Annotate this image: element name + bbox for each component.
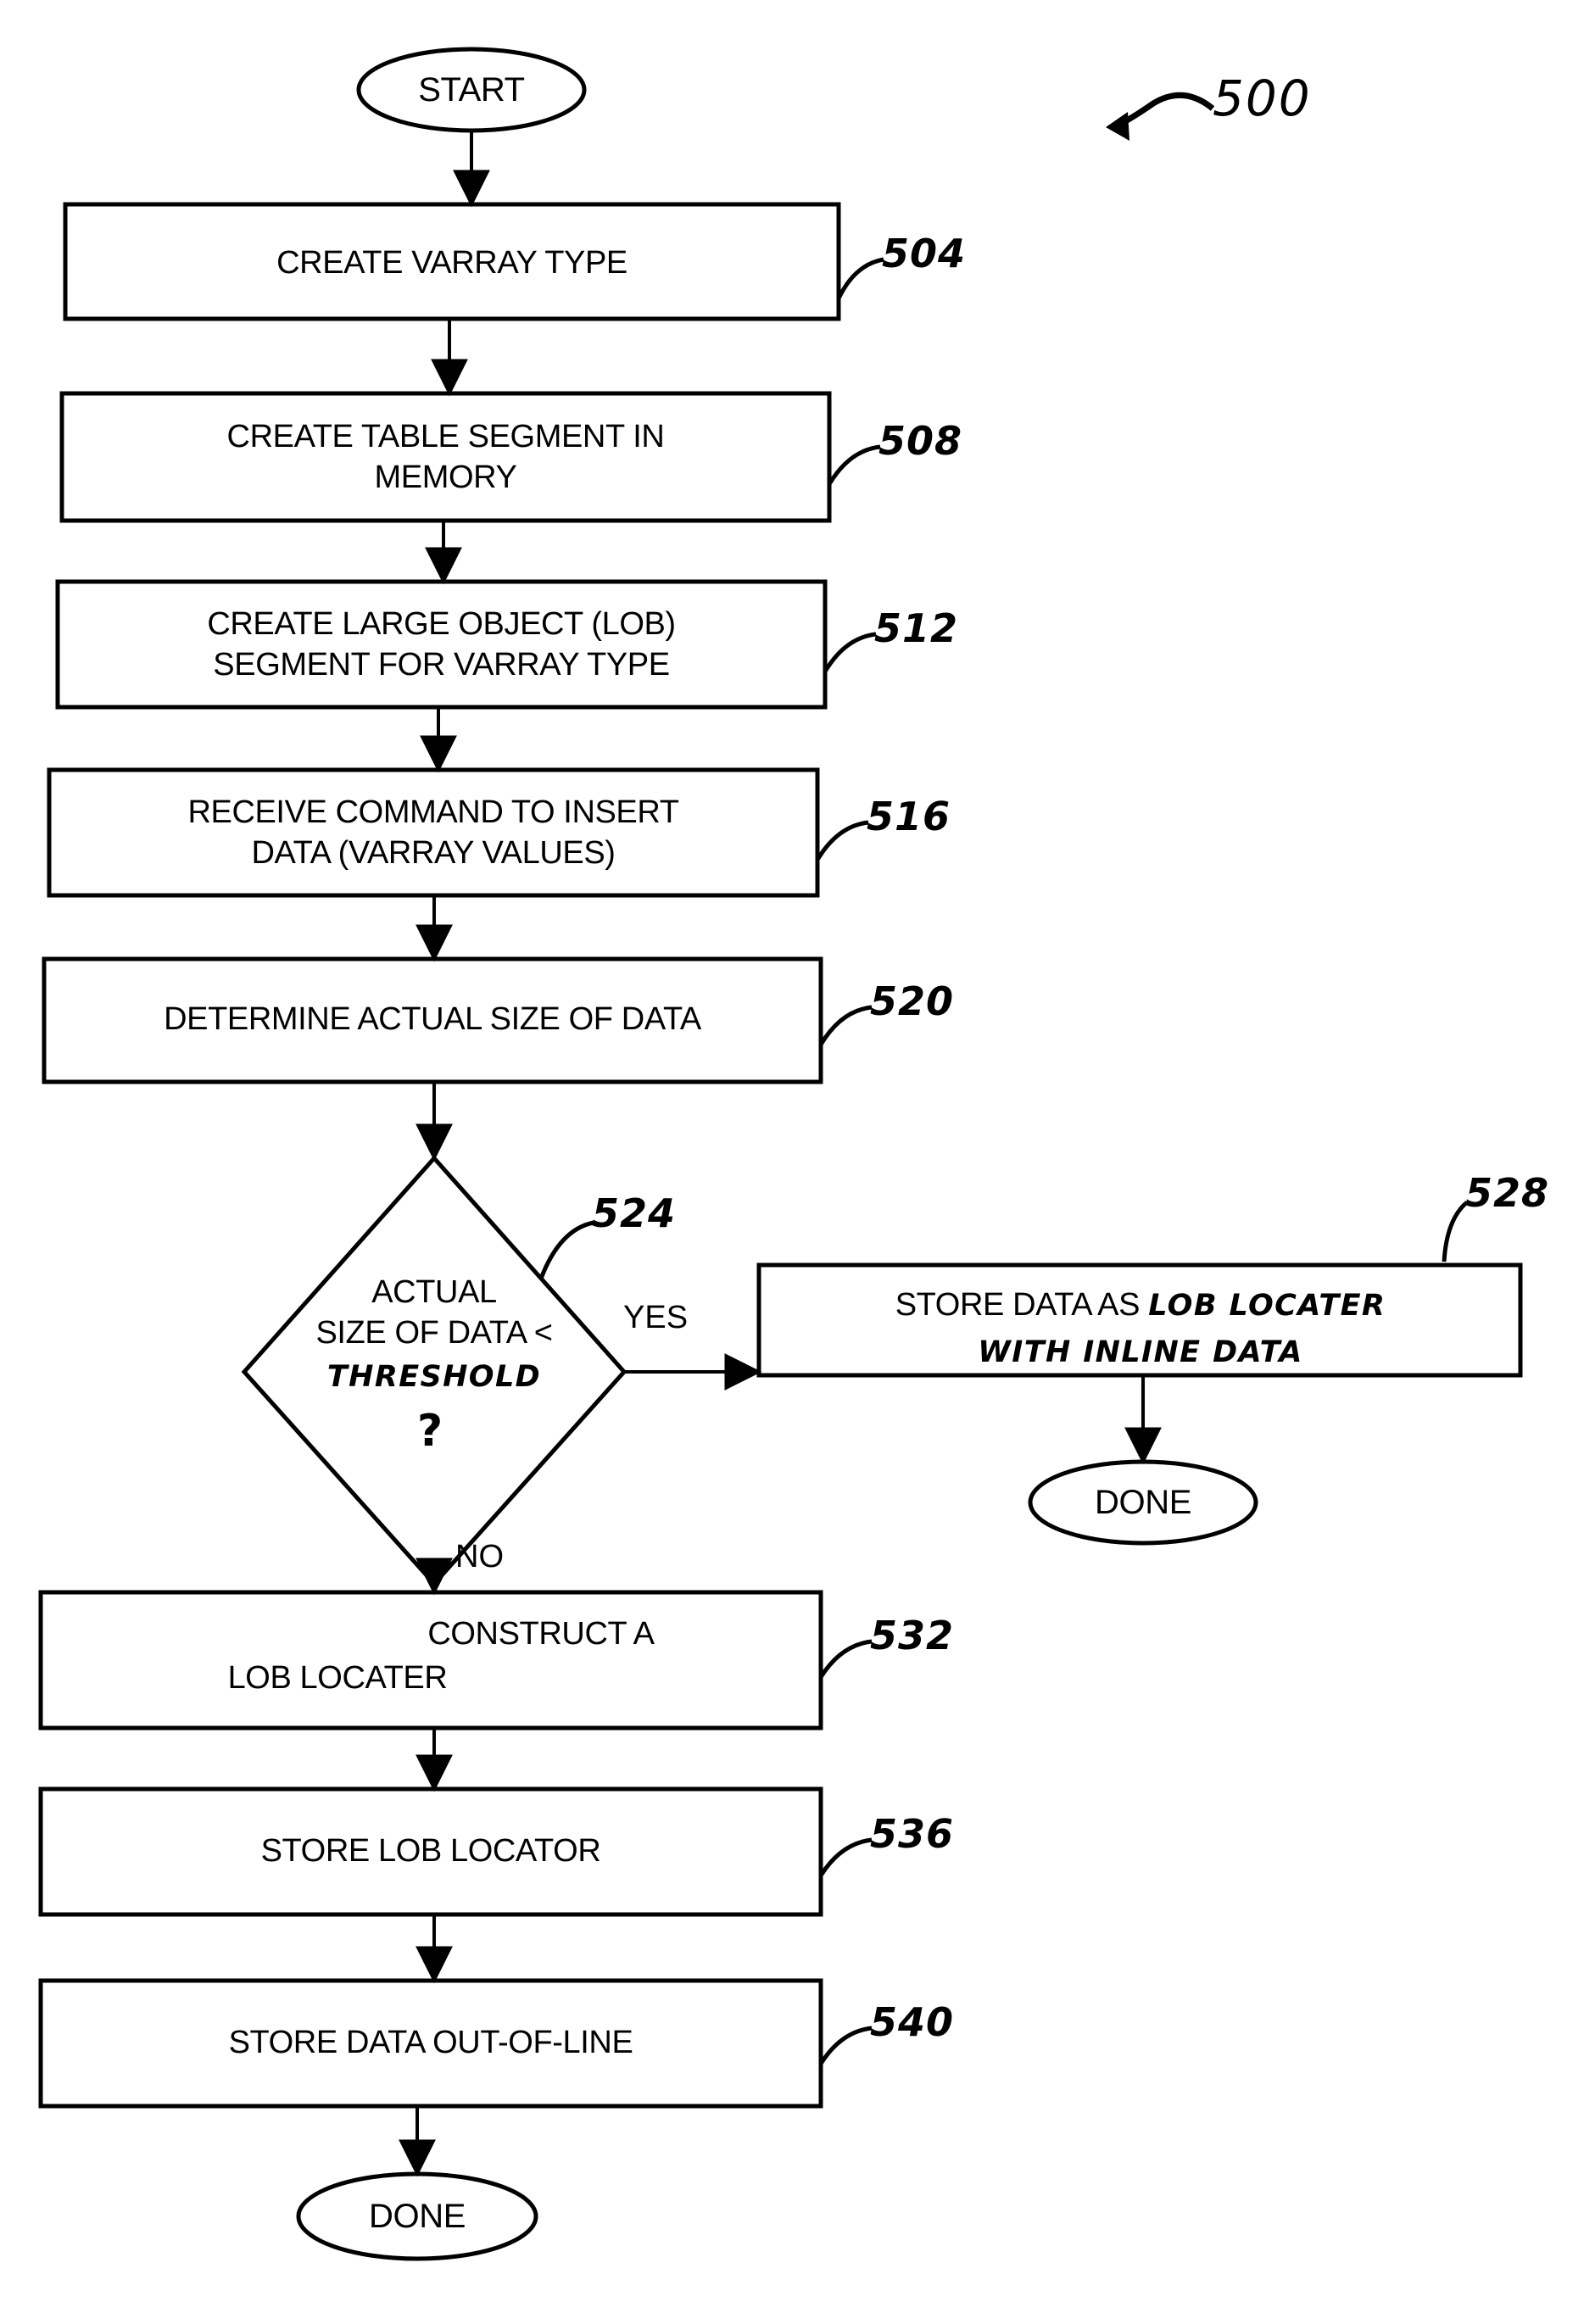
process-box-536-shape	[38, 1786, 823, 1917]
done-yes-terminator-shape	[1028, 1459, 1258, 1546]
done-no-terminator-shape	[296, 2171, 538, 2261]
process-box-512-shape	[55, 579, 828, 710]
leader-512	[823, 632, 877, 673]
leader-508	[827, 444, 881, 486]
figure-500-arrowhead	[1106, 112, 1129, 141]
reference-numeral-528: 528	[1465, 1170, 1550, 1216]
reference-numeral-536: 536	[870, 1811, 955, 1857]
process-box-540-shape	[38, 1978, 823, 2109]
process-box-528-handwritten-line2: WITH INLINE DATA	[978, 1335, 1303, 1369]
figure-number-500: 500	[1213, 70, 1312, 127]
reference-numeral-512: 512	[874, 605, 959, 651]
leader-516	[815, 820, 869, 861]
decision-diamond-524-shape	[241, 1155, 627, 1587]
process-box-516-shape	[47, 767, 820, 898]
leader-536	[818, 1837, 873, 1877]
process-box-520-shape	[42, 956, 823, 1084]
reference-numeral-540: 540	[870, 1999, 955, 2045]
process-box-528-printed-part: STORE DATA AS	[895, 1287, 1149, 1323]
edge-label-yes: YES	[623, 1300, 689, 1335]
leader-540	[818, 2026, 873, 2065]
edge-label-no: NO	[455, 1539, 504, 1574]
process-box-532-shape	[38, 1590, 823, 1730]
reference-numeral-516: 516	[867, 794, 951, 839]
reference-numeral-524: 524	[592, 1190, 677, 1236]
decision-524-question-mark: ?	[417, 1406, 443, 1457]
leader-528	[1442, 1201, 1469, 1262]
reference-numeral-532: 532	[870, 1613, 955, 1658]
reference-numeral-520: 520	[870, 978, 955, 1024]
leader-504	[836, 257, 884, 300]
start-terminator-shape	[356, 47, 587, 133]
flowchart-canvas	[38, 47, 1523, 2261]
process-box-504-shape	[63, 202, 841, 321]
process-box-528-label: STORE DATA AS LOB LOCATER WITH INLINE DA…	[767, 1285, 1514, 1372]
flowchart-page: START CREATE VARRAY TYPE CREATE TABLE SE…	[0, 0, 1584, 2324]
leader-figure-500	[1119, 92, 1215, 127]
leader-520	[818, 1005, 873, 1046]
leader-524	[538, 1220, 594, 1279]
process-box-508-shape	[59, 391, 832, 523]
reference-numeral-508: 508	[878, 418, 963, 464]
reference-numeral-504: 504	[882, 231, 967, 276]
leader-532	[818, 1639, 873, 1679]
process-box-528-handwritten-line1: LOB LOCATER	[1148, 1289, 1386, 1323]
